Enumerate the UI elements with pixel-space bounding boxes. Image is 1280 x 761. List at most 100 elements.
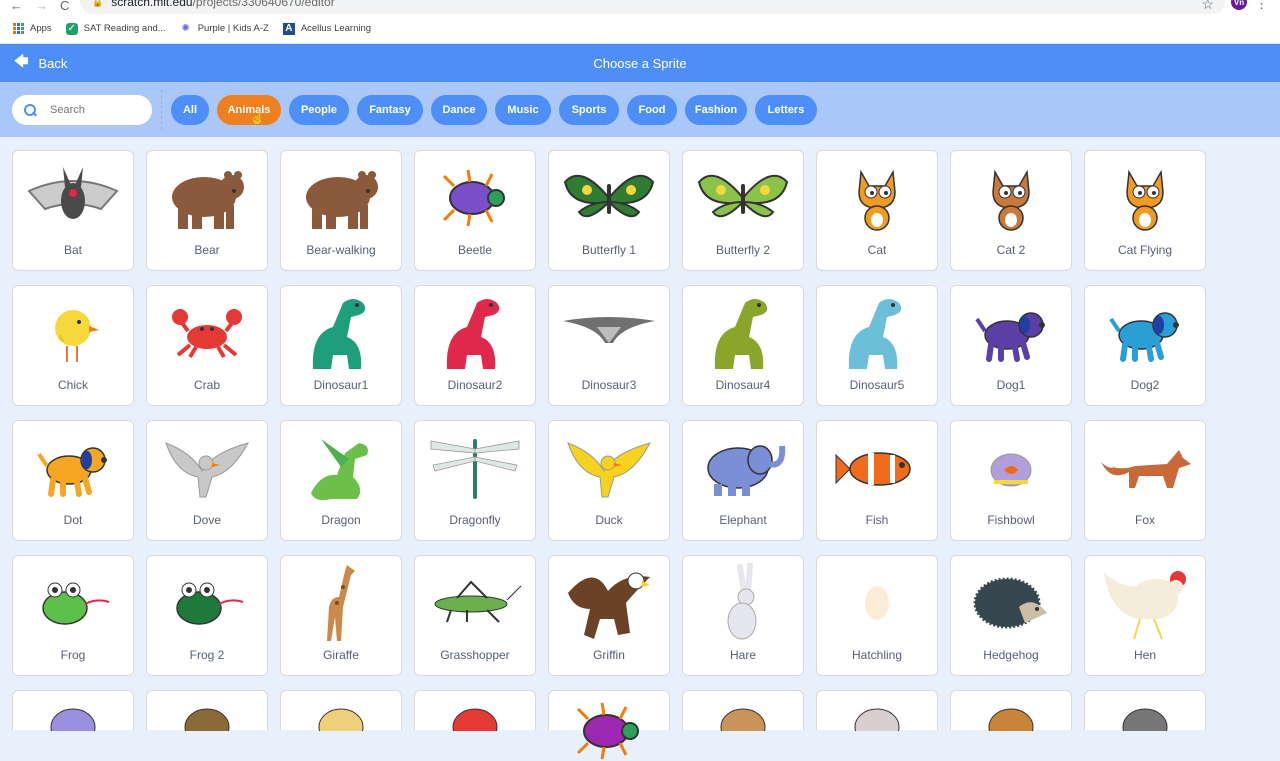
sprite-card-grasshopper[interactable]: Grasshopper <box>414 555 536 676</box>
filter-bar: All Animals People Fantasy Dance Music Sports F… <box>0 82 1280 137</box>
cat-icon <box>951 161 1071 235</box>
sprite-card-butterfly-1[interactable]: Butterfly 1 <box>548 150 670 271</box>
sprite-card-bear[interactable]: Bear <box>146 150 268 271</box>
tag-label: Fantasy <box>369 103 411 116</box>
sprite-card-bear-walking[interactable]: Bear-walking <box>280 150 402 271</box>
sprite-card-fox[interactable]: Fox <box>1084 420 1206 541</box>
sprite-card-hare[interactable]: Hare <box>682 555 804 676</box>
sprite-name: Dragonfly <box>449 513 501 527</box>
bookmark-purple[interactable]: ✺ Purple | Kids A-Z <box>180 23 269 35</box>
sprite-card-chick[interactable]: Chick <box>12 285 134 406</box>
sprite-card-frog-2[interactable]: Frog 2 <box>146 555 268 676</box>
filter-divider <box>161 89 162 130</box>
grasshopper-icon <box>415 566 535 640</box>
sprite-card-monkey[interactable] <box>950 690 1072 731</box>
sprite-card-cat-flying[interactable]: Cat Flying <box>1084 150 1206 271</box>
frog-icon <box>13 566 133 640</box>
profile-avatar[interactable]: Vn <box>1231 0 1247 10</box>
browser-forward-icon[interactable]: → <box>35 0 48 13</box>
sprite-card-horse[interactable] <box>146 690 268 731</box>
sprite-name: Chick <box>57 378 88 392</box>
bookmark-apps[interactable]: Apps <box>12 23 52 35</box>
sprite-card-dragonfly[interactable]: Dragonfly <box>414 420 536 541</box>
sprite-card-fishbowl[interactable]: Fishbowl <box>950 420 1072 541</box>
chick-icon <box>13 296 133 370</box>
sprite-card-jellyfish[interactable] <box>280 690 402 731</box>
tag-fantasy[interactable]: Fantasy <box>357 94 423 125</box>
crab-icon <box>147 296 267 370</box>
tag-people[interactable]: People <box>289 94 349 125</box>
butterfly-icon <box>549 161 669 235</box>
sprite-name: Dinosaur3 <box>581 378 637 392</box>
sprite-card-ladybug[interactable] <box>414 690 536 731</box>
bat-icon <box>13 161 133 235</box>
tag-letters[interactable]: Letters <box>755 94 817 125</box>
sprite-name: Dot <box>63 513 83 527</box>
sprite-card-giraffe[interactable]: Giraffe <box>280 555 402 676</box>
sprite-card-griffin[interactable]: Griffin <box>548 555 670 676</box>
tag-music[interactable]: Music <box>495 94 551 125</box>
sprite-name: Bear-walking <box>306 243 376 257</box>
sprite-card-cat-2[interactable]: Cat 2 <box>950 150 1072 271</box>
sprite-card-dog1[interactable]: Dog1 <box>950 285 1072 406</box>
sprite-name: Grasshopper <box>440 648 510 662</box>
tag-food[interactable]: Food <box>627 94 677 125</box>
sprite-card-lion[interactable] <box>682 690 804 731</box>
sprite-card-cat[interactable]: Cat <box>816 150 938 271</box>
tag-fashion[interactable]: Fashion <box>685 94 747 125</box>
sprite-card-dragon[interactable]: Dragon <box>280 420 402 541</box>
sprite-name: Fish <box>865 513 889 527</box>
sprite-name: Giraffe <box>323 648 359 662</box>
sprite-card-butterfly-2[interactable]: Butterfly 2 <box>682 150 804 271</box>
sprite-card-dove[interactable]: Dove <box>146 420 268 541</box>
back-button[interactable]: 🡄 Back <box>14 44 67 82</box>
sprite-card-hatchling[interactable]: Hatchling <box>816 555 938 676</box>
tag-all[interactable]: All <box>171 94 209 125</box>
tag-animals[interactable]: Animals <box>217 94 281 125</box>
hedgehog-icon <box>951 566 1071 640</box>
sprite-card-hen[interactable]: Hen <box>1084 555 1206 676</box>
sprite-card-llama[interactable] <box>816 690 938 731</box>
browser-reload-icon[interactable]: C <box>60 0 69 13</box>
address-bar[interactable]: 🔒 scratch.mit.edu/projects/330640670/edi… <box>80 0 1225 14</box>
horse-icon <box>147 701 267 731</box>
sprite-card-elephant[interactable]: Elephant <box>682 420 804 541</box>
sprite-card-hippo[interactable] <box>12 690 134 731</box>
bookmark-sat[interactable]: ✓ SAT Reading and... <box>65 22 166 35</box>
beetle-icon <box>549 701 669 760</box>
lion-icon <box>683 701 803 731</box>
sprite-card-mouse[interactable] <box>1084 690 1206 731</box>
giraffe-icon <box>281 565 401 641</box>
ptero-icon <box>549 296 669 370</box>
sprite-card-dinosaur4[interactable]: Dinosaur4 <box>682 285 804 406</box>
sprite-card-hedgehog[interactable]: Hedgehog <box>950 555 1072 676</box>
dog-icon <box>951 296 1071 370</box>
tag-label: Letters <box>767 103 805 116</box>
sprite-card-dinosaur1[interactable]: Dinosaur1 <box>280 285 402 406</box>
fish-icon <box>817 431 937 505</box>
sprite-card-dinosaur3[interactable]: Dinosaur3 <box>548 285 670 406</box>
sprite-card-crab[interactable]: Crab <box>146 285 268 406</box>
tag-sports[interactable]: Sports <box>559 94 619 125</box>
sprite-card-beetle[interactable] <box>548 690 670 760</box>
fishbowl-icon <box>951 431 1071 505</box>
browser-menu-icon[interactable]: ⋮ <box>1255 0 1268 12</box>
sprite-card-dot[interactable]: Dot <box>12 420 134 541</box>
sprite-card-dog2[interactable]: Dog2 <box>1084 285 1206 406</box>
sprite-name: Crab <box>193 378 220 392</box>
hare-icon <box>683 563 803 640</box>
sprite-card-dinosaur5[interactable]: Dinosaur5 <box>816 285 938 406</box>
bookmark-acellus[interactable]: A Acellus Learning <box>282 22 371 35</box>
browser-back-icon[interactable]: ← <box>10 0 23 13</box>
sprite-card-duck[interactable]: Duck <box>548 420 670 541</box>
tag-dance[interactable]: Dance <box>431 94 487 125</box>
sprite-card-bat[interactable]: Bat <box>12 150 134 271</box>
bookmark-star-icon[interactable]: ☆ <box>1201 0 1214 13</box>
sprite-card-beetle[interactable]: Beetle <box>414 150 536 271</box>
sprite-card-frog[interactable]: Frog <box>12 555 134 676</box>
sprite-card-dinosaur2[interactable]: Dinosaur2 <box>414 285 536 406</box>
sprite-card-fish[interactable]: Fish <box>816 420 938 541</box>
dragon-icon <box>281 431 401 505</box>
search-input[interactable] <box>50 103 130 116</box>
search-box[interactable] <box>12 94 152 125</box>
